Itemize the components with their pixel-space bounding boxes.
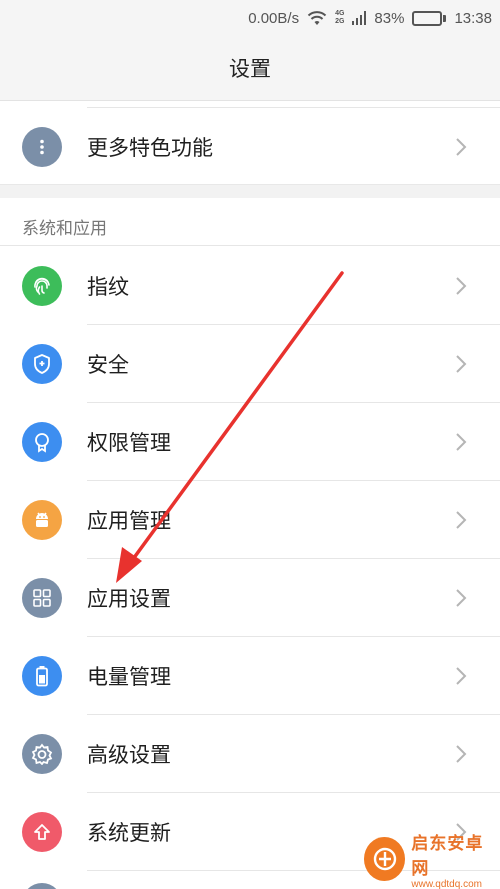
- shield-icon: [22, 344, 62, 384]
- watermark-name: 启东安卓网: [411, 833, 484, 879]
- chevron-right-icon: [456, 433, 467, 451]
- chevron-right-icon: [456, 667, 467, 685]
- section-gap: [0, 184, 500, 198]
- signal-icon: [352, 11, 367, 25]
- chevron-right-icon: [456, 589, 467, 607]
- settings-item-label: 权限管理: [87, 431, 171, 455]
- settings-item-label: 高级设置: [87, 743, 171, 767]
- watermark-logo-icon: [364, 837, 406, 881]
- chevron-right-icon: [456, 355, 467, 373]
- settings-item-battery-management[interactable]: 电量管理: [0, 637, 500, 715]
- status-bar: 0.00B/s 4G 2G 83% 13:38: [0, 0, 500, 36]
- network-type-bottom: 2G: [335, 18, 345, 25]
- chevron-right-icon: [456, 745, 467, 763]
- settings-item-label: 安全: [87, 353, 129, 377]
- chevron-right-icon: [456, 138, 467, 156]
- network-speed: 0.00B/s: [248, 9, 300, 27]
- watermark-logo: 启东安卓网 www.qdtdq.com: [364, 833, 496, 889]
- wifi-icon: [307, 11, 327, 25]
- settings-item-permissions[interactable]: 权限管理: [0, 403, 500, 481]
- chevron-right-icon: [456, 277, 467, 295]
- settings-item-advanced-settings[interactable]: 高级设置: [0, 715, 500, 793]
- settings-item-more-features[interactable]: 更多特色功能: [0, 108, 500, 186]
- battery-status-icon: [412, 10, 447, 26]
- settings-item-app-management[interactable]: 应用管理: [0, 481, 500, 559]
- settings-item-label: 系统更新: [87, 821, 171, 845]
- battery-percent: 83%: [374, 9, 405, 27]
- settings-item-label: 更多特色功能: [87, 136, 213, 160]
- android-icon: [22, 500, 62, 540]
- settings-item-label: 电量管理: [87, 665, 171, 689]
- battery-icon: [22, 656, 62, 696]
- badge-icon: [22, 422, 62, 462]
- fingerprint-icon: [22, 266, 62, 306]
- network-type-top: 4G: [335, 10, 345, 17]
- page-title: 设置: [229, 57, 271, 81]
- settings-item-security[interactable]: 安全: [0, 325, 500, 403]
- clock: 13:38: [454, 9, 492, 27]
- chevron-right-icon: [456, 511, 467, 529]
- settings-item-label: 应用管理: [87, 509, 171, 533]
- grid-icon: [22, 578, 62, 618]
- network-type: 4G 2G: [335, 10, 344, 26]
- settings-item-fingerprint[interactable]: 指纹: [0, 247, 500, 325]
- watermark-url: www.qdtdq.com: [411, 878, 482, 889]
- section-header: 系统和应用: [0, 198, 500, 246]
- list-top-edge: [0, 100, 500, 108]
- settings-item-label: 指纹: [87, 275, 129, 299]
- title-bar: 设置: [0, 36, 500, 100]
- more-dots-icon: [22, 127, 62, 167]
- gear-icon: [22, 734, 62, 774]
- settings-item-app-settings[interactable]: 应用设置: [0, 559, 500, 637]
- partial-icon: [22, 883, 62, 889]
- arrow-up-icon: [22, 812, 62, 852]
- settings-item-label: 应用设置: [87, 587, 171, 611]
- section-title: 系统和应用: [22, 219, 107, 239]
